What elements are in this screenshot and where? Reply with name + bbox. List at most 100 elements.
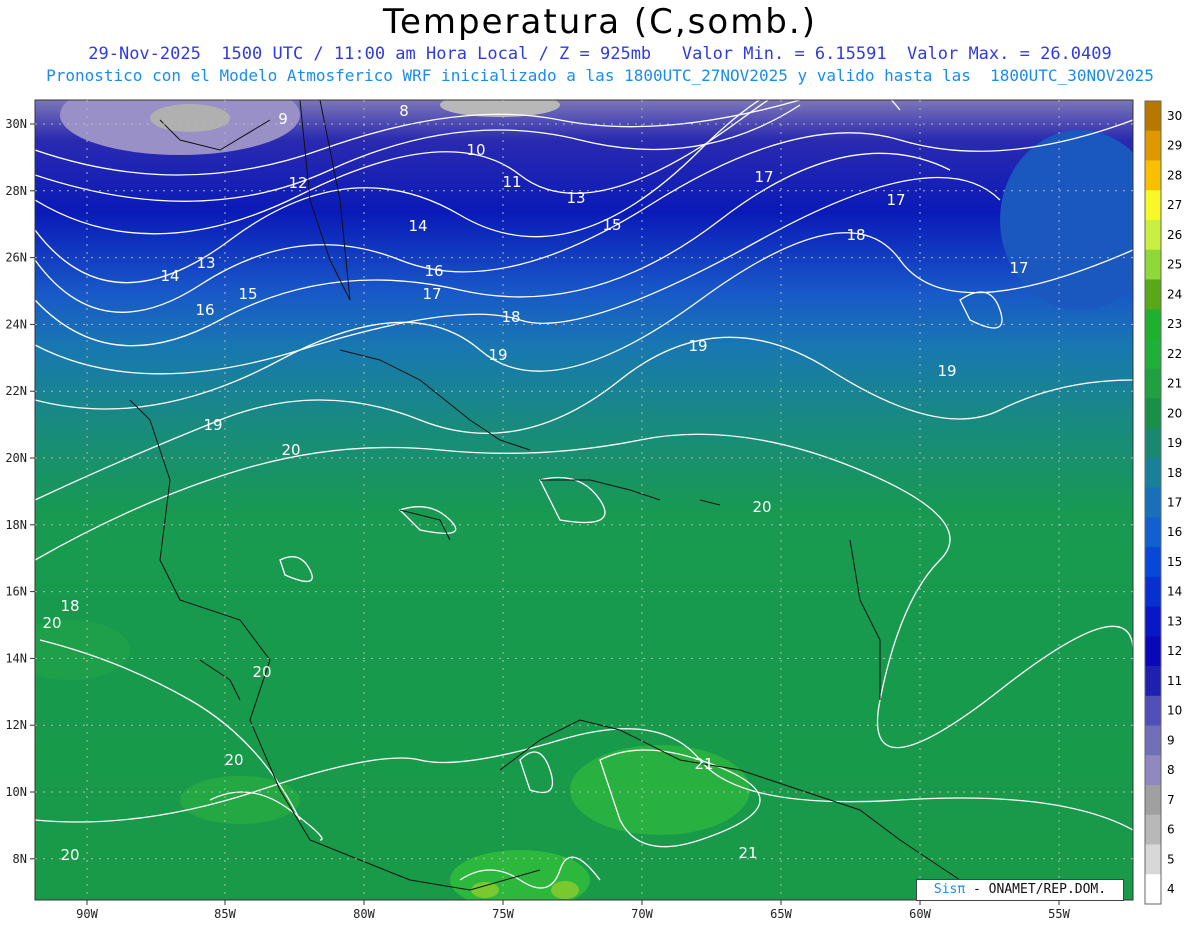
colorbar-label: 26 bbox=[1167, 228, 1182, 242]
colorbar-swatch bbox=[1145, 666, 1161, 697]
colorbar-label: 15 bbox=[1167, 555, 1182, 569]
isotherm-label: 19 bbox=[688, 337, 707, 355]
isotherm-label: 9 bbox=[278, 110, 288, 128]
colorbar-label: 10 bbox=[1167, 704, 1182, 718]
colorbar-swatch bbox=[1145, 487, 1161, 518]
lon-tick-label: 90W bbox=[76, 907, 98, 921]
lon-tick-label: 75W bbox=[492, 907, 514, 921]
colorbar-label: 23 bbox=[1167, 317, 1182, 331]
colorbar-swatch bbox=[1145, 755, 1161, 786]
colorbar-swatch bbox=[1145, 457, 1161, 489]
credit-text: - ONAMET/REP.DOM. bbox=[965, 882, 1107, 897]
isotherm-label: 17 bbox=[1009, 259, 1028, 277]
colorbar-swatch bbox=[1145, 101, 1161, 132]
colorbar-swatch bbox=[1145, 249, 1161, 280]
isotherm-label: 20 bbox=[252, 663, 271, 681]
colorbar-swatch bbox=[1145, 368, 1161, 399]
isotherm-label: 19 bbox=[488, 346, 507, 364]
colorbar-label: 28 bbox=[1167, 168, 1182, 182]
colorbar-label: 20 bbox=[1167, 406, 1182, 420]
isotherm-label: 20 bbox=[42, 614, 61, 632]
map-field bbox=[35, 100, 1133, 900]
credit-box: Sisπ - ONAMET/REP.DOM. bbox=[916, 879, 1124, 901]
colorbar-label: 27 bbox=[1167, 198, 1182, 212]
isotherm-label: 13 bbox=[196, 254, 215, 272]
isotherm-label: 20 bbox=[752, 498, 771, 516]
colorbar-label: 22 bbox=[1167, 347, 1182, 361]
lat-tick-label: 24N bbox=[5, 317, 27, 331]
lat-tick-label: 14N bbox=[5, 651, 27, 665]
isotherm-label: 12 bbox=[288, 174, 307, 192]
colorbar-label: 29 bbox=[1167, 139, 1182, 153]
lat-tick-label: 10N bbox=[5, 785, 27, 799]
isotherm-label: 18 bbox=[501, 308, 520, 326]
colorbar-label: 5 bbox=[1167, 852, 1175, 866]
colorbar-label: 30 bbox=[1167, 109, 1182, 123]
isotherm-label: 21 bbox=[738, 844, 757, 862]
colorbar-label: 12 bbox=[1167, 644, 1182, 658]
colorbar-label: 25 bbox=[1167, 258, 1182, 272]
isotherm-label: 15 bbox=[602, 216, 621, 234]
colorbar-swatch bbox=[1145, 398, 1161, 429]
lon-tick-label: 85W bbox=[214, 907, 236, 921]
colorbar-swatch bbox=[1145, 814, 1161, 846]
colorbar-swatch bbox=[1145, 636, 1161, 667]
colorbar-swatch bbox=[1145, 844, 1161, 875]
isotherm-label: 20 bbox=[60, 846, 79, 864]
colorbar-swatch bbox=[1145, 219, 1161, 251]
lat-tick-label: 26N bbox=[5, 251, 27, 265]
lon-tick-label: 70W bbox=[631, 907, 653, 921]
cool-region-east bbox=[1000, 130, 1133, 310]
isotherm-label: 10 bbox=[466, 141, 485, 159]
colorbar-swatch bbox=[1145, 338, 1161, 370]
colorbar-label: 6 bbox=[1167, 823, 1175, 837]
lat-tick-label: 22N bbox=[5, 384, 27, 398]
isotherm-label: 20 bbox=[281, 441, 300, 459]
colorbar-label: 14 bbox=[1167, 585, 1182, 599]
sispi-logo: Sisπ bbox=[933, 882, 966, 897]
isotherm-label: 19 bbox=[937, 362, 956, 380]
colorbar-swatch bbox=[1145, 606, 1161, 637]
colorbar-label: 8 bbox=[1167, 763, 1175, 777]
colorbar-swatch bbox=[1145, 785, 1161, 816]
isotherm-label: 17 bbox=[886, 191, 905, 209]
colorbar-label: 7 bbox=[1167, 793, 1175, 807]
lon-tick-label: 60W bbox=[909, 907, 931, 921]
isotherm-label: 19 bbox=[203, 416, 222, 434]
lat-tick-label: 20N bbox=[5, 451, 27, 465]
latitude-axis: 30N 28N 26N 24N 22N 20N 18N 16N 14N 12N 10N 8N bbox=[5, 117, 35, 866]
isotherm-label: 16 bbox=[424, 262, 443, 280]
lat-tick-label: 18N bbox=[5, 518, 27, 532]
isotherm-label: 11 bbox=[502, 173, 521, 191]
colorbar-swatch bbox=[1145, 725, 1161, 756]
isotherm-label: 18 bbox=[846, 226, 865, 244]
longitude-axis: 90W 85W 80W 75W 70W 65W 60W 55W bbox=[76, 900, 1071, 921]
colorbar-label: 13 bbox=[1167, 614, 1182, 628]
colorbar-label: 16 bbox=[1167, 525, 1182, 539]
colorbar-label: 18 bbox=[1167, 466, 1182, 480]
lon-tick-label: 80W bbox=[353, 907, 375, 921]
colorbar-swatch bbox=[1145, 547, 1161, 578]
isotherm-label: 14 bbox=[160, 267, 179, 285]
isotherm-label: 8 bbox=[399, 102, 409, 120]
colorbar-label: 21 bbox=[1167, 377, 1182, 391]
colorbar-swatch bbox=[1145, 160, 1161, 191]
lat-tick-label: 30N bbox=[5, 117, 27, 131]
colorbar-swatch bbox=[1145, 309, 1161, 340]
colorbar: 30 29 28 27 26 25 24 23 22 21 20 19 18 17 16 15 14 13 12 11… bbox=[1144, 100, 1182, 905]
isotherm-label: 14 bbox=[408, 217, 427, 235]
colorbar-swatch bbox=[1145, 130, 1161, 161]
colorbar-label: 24 bbox=[1167, 287, 1182, 301]
colorbar-swatch bbox=[1145, 190, 1161, 221]
colorbar-swatch bbox=[1145, 576, 1161, 608]
lat-tick-label: 8N bbox=[13, 852, 27, 866]
isotherm-label: 17 bbox=[422, 285, 441, 303]
colorbar-label: 19 bbox=[1167, 436, 1182, 450]
colorbar-label: 4 bbox=[1167, 882, 1175, 896]
isotherm-label: 20 bbox=[224, 751, 243, 769]
colorbar-label: 11 bbox=[1167, 674, 1182, 688]
isotherm-label: 16 bbox=[195, 301, 214, 319]
temperature-map: 90W 85W 80W 75W 70W 65W 60W 55W 30N 28N 26N 24N 22N… bbox=[5, 99, 1182, 921]
colorbar-swatch bbox=[1145, 695, 1161, 727]
colorbar-label: 17 bbox=[1167, 496, 1182, 510]
